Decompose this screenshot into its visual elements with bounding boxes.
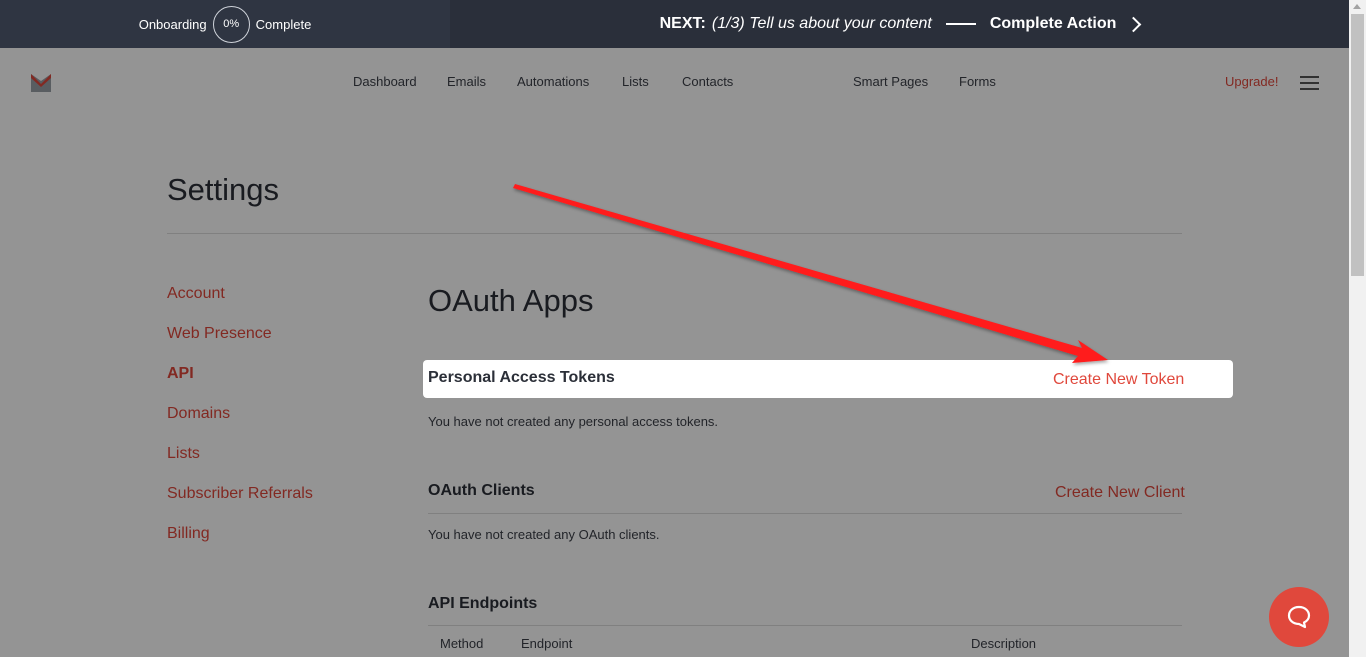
onboarding-suffix: Complete <box>255 16 312 32</box>
sidebar-item-billing[interactable]: Billing <box>167 525 210 543</box>
sidebar-item-domains[interactable]: Domains <box>167 405 230 423</box>
nav-emails[interactable]: Emails <box>447 74 486 89</box>
onboarding-prefix: Onboarding <box>138 16 207 32</box>
logo-icon[interactable] <box>30 72 52 94</box>
create-new-token-button[interactable]: Create New Token <box>1053 371 1184 389</box>
divider <box>428 513 1182 514</box>
scroll-up-icon[interactable] <box>1353 4 1361 9</box>
progress-ring: 0% <box>212 5 250 43</box>
sidebar-item-api[interactable]: API <box>167 365 194 383</box>
personal-tokens-header: Personal Access Tokens Create New Token <box>423 360 1233 398</box>
onboarding-bar: Onboarding 0% Complete NEXT: (1/3) Tell … <box>0 0 1349 48</box>
scrollbar[interactable] <box>1349 0 1366 657</box>
sidebar-item-lists[interactable]: Lists <box>167 445 200 463</box>
create-new-client-button[interactable]: Create New Client <box>1055 484 1185 502</box>
next-step: (1/3) Tell us about your content <box>711 15 932 32</box>
complete-action-label: Complete Action <box>989 15 1117 32</box>
onboarding-progress: Onboarding 0% Complete <box>0 0 450 48</box>
oauth-clients-empty: You have not created any OAuth clients. <box>428 527 660 542</box>
chevron-right-icon <box>1126 16 1142 32</box>
section-heading: OAuth Apps <box>428 283 594 318</box>
personal-tokens-title: Personal Access Tokens <box>428 369 615 386</box>
dim-overlay <box>0 48 1349 657</box>
divider <box>167 233 1182 234</box>
divider <box>428 625 1182 626</box>
sidebar-item-account[interactable]: Account <box>167 285 225 303</box>
complete-action-button[interactable]: Complete Action <box>989 15 1142 33</box>
nav-dashboard[interactable]: Dashboard <box>353 74 417 89</box>
nav-smart-pages[interactable]: Smart Pages <box>853 74 928 89</box>
chat-button[interactable] <box>1269 587 1329 647</box>
column-header-description: Description <box>971 636 1037 651</box>
nav-automations[interactable]: Automations <box>517 74 589 89</box>
sidebar-item-subscriber-referrals[interactable]: Subscriber Referrals <box>167 485 313 503</box>
column-header-endpoint: Endpoint <box>521 636 573 651</box>
menu-icon[interactable] <box>1300 76 1319 90</box>
main-nav: Dashboard Emails Automations Lists Conta… <box>0 48 1349 115</box>
nav-contacts[interactable]: Contacts <box>682 74 733 89</box>
personal-tokens-empty: You have not created any personal access… <box>428 414 719 429</box>
oauth-clients-title: OAuth Clients <box>428 482 535 499</box>
onboarding-next: NEXT: (1/3) Tell us about your content C… <box>450 0 1349 48</box>
column-header-method: Method <box>440 636 484 651</box>
page-title: Settings <box>167 172 280 207</box>
next-label: NEXT: <box>659 15 706 32</box>
api-endpoints-title: API Endpoints <box>428 595 538 612</box>
nav-lists[interactable]: Lists <box>622 74 649 89</box>
divider-dash <box>945 23 976 25</box>
nav-forms[interactable]: Forms <box>959 74 996 89</box>
upgrade-link[interactable]: Upgrade! <box>1225 74 1278 89</box>
sidebar-item-web-presence[interactable]: Web Presence <box>167 325 272 343</box>
scrollbar-thumb[interactable] <box>1351 14 1364 276</box>
chat-bubble-icon <box>1287 605 1311 629</box>
